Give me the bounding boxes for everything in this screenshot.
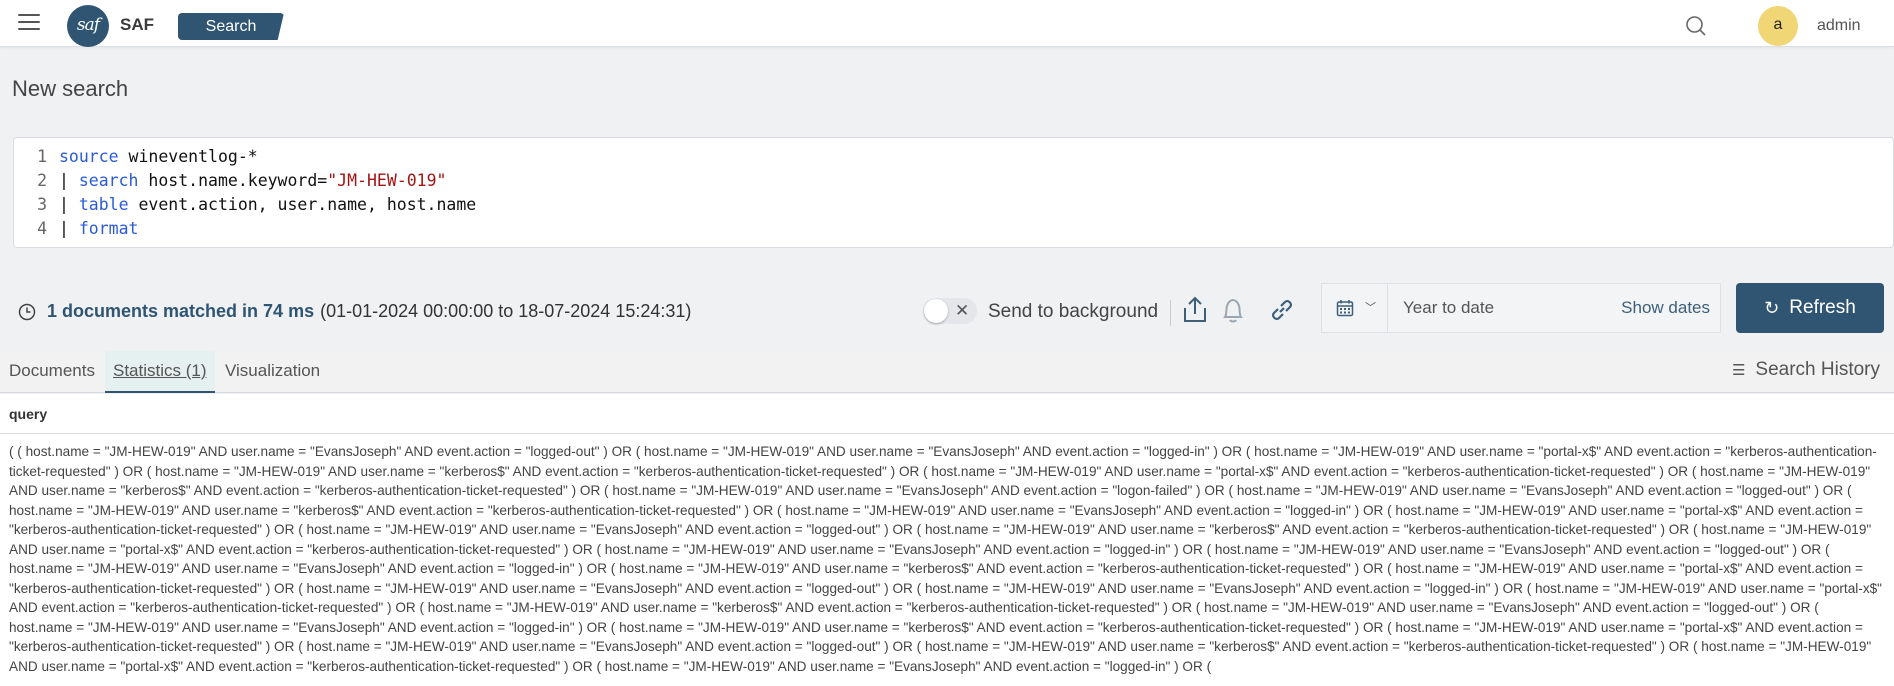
brand-name: SAF — [120, 15, 154, 34]
tab-documents[interactable]: Documents — [1, 351, 103, 393]
date-range-value[interactable]: Year to date — [1403, 298, 1494, 318]
column-header-query[interactable]: query — [0, 394, 1894, 434]
divider — [1170, 300, 1171, 326]
matched-count: 1 documents matched in 74 ms — [47, 301, 315, 321]
line-number: 3 — [37, 195, 47, 214]
refresh-label: Refresh — [1789, 297, 1856, 318]
refresh-icon: ↻ — [1764, 297, 1780, 318]
background-label: Send to background — [988, 301, 1159, 322]
link-icon[interactable] — [1266, 294, 1298, 326]
list-icon: ☰ — [1731, 362, 1746, 379]
code-line: 1 source wineventlog-* — [14, 145, 1893, 169]
statistics-table: query ( ( host.name = "JM-HEW-019" AND u… — [0, 394, 1894, 686]
clock-icon — [18, 303, 36, 320]
bell-icon[interactable] — [1217, 294, 1249, 326]
code-keyword: format — [78, 219, 139, 238]
search-history-button[interactable]: ☰ Search History — [1732, 359, 1880, 381]
search-icon[interactable] — [1685, 15, 1707, 37]
code-keyword: source — [59, 147, 119, 166]
code-string: "JM-HEW-019" — [327, 171, 447, 190]
line-number: 1 — [37, 147, 47, 166]
search-history-label: Search History — [1755, 359, 1880, 380]
line-number: 4 — [37, 219, 47, 238]
table-cell-query: ( ( host.name = "JM-HEW-019" AND user.na… — [9, 444, 1883, 674]
calendar-icon — [1336, 300, 1354, 317]
show-dates-link[interactable]: Show dates — [1621, 298, 1710, 318]
tab-statistics[interactable]: Statistics (1) — [105, 351, 215, 393]
page-title: New search — [12, 76, 129, 101]
close-icon: ✕ — [955, 301, 970, 320]
code-keyword: search — [78, 171, 139, 190]
share-icon[interactable] — [1179, 294, 1211, 326]
tab-visualization[interactable]: Visualization — [217, 351, 328, 393]
menu-icon[interactable] — [18, 14, 40, 32]
toggle-knob — [924, 299, 948, 323]
username[interactable]: admin — [1817, 17, 1861, 35]
chevron-down-icon: ﹀ — [1365, 302, 1376, 314]
saf-logo[interactable]: saf — [67, 5, 109, 47]
quick-select-button[interactable]: ﹀ — [1322, 284, 1388, 332]
results-tabs: Documents Statistics (1) Visualization ☰… — [0, 351, 1894, 393]
code-line: 4 | format — [14, 217, 1893, 241]
code-line: 2 | search host.name.keyword= "JM-HEW-01… — [14, 169, 1893, 193]
matched-range: (01-01-2024 00:00:00 to 18-07-2024 15:24… — [320, 301, 692, 321]
refresh-button[interactable]: ↻ Refresh — [1736, 283, 1884, 333]
avatar[interactable]: a — [1758, 6, 1798, 46]
background-toggle[interactable]: ✕ — [923, 298, 977, 324]
line-number: 2 — [37, 171, 47, 190]
code-keyword: table — [78, 195, 129, 214]
nav-search-section[interactable]: Search — [178, 13, 284, 40]
query-editor[interactable]: 1 source wineventlog-* 2 | search host.n… — [13, 137, 1894, 248]
result-status: 1 documents matched in 74 ms (01-01-2024… — [18, 301, 691, 322]
time-picker: ﹀ Year to date Show dates — [1321, 283, 1721, 333]
code-line: 3 | table event.action, user.name, host.… — [14, 193, 1893, 217]
top-navbar: saf SAF Search a admin — [0, 0, 1894, 47]
